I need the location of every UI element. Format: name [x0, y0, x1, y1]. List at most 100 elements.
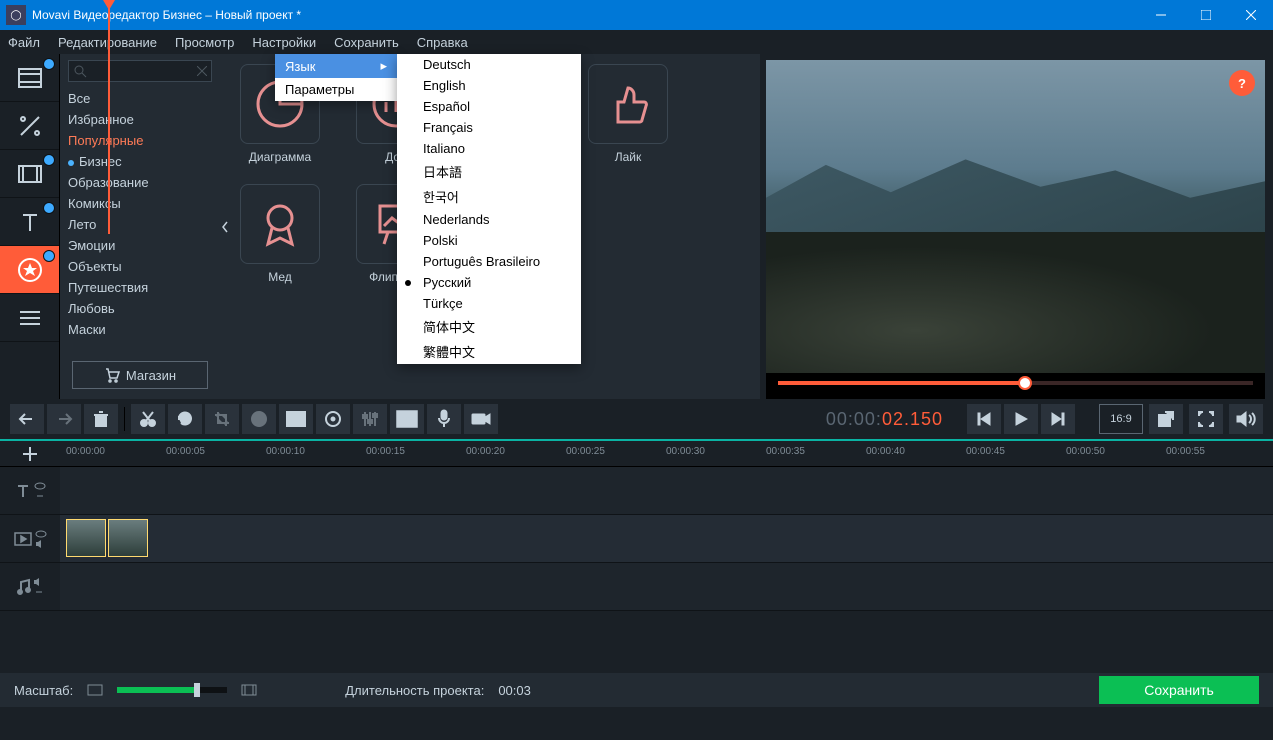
collapse-handle[interactable]	[220, 204, 230, 250]
video-clip[interactable]	[108, 519, 148, 557]
seek-bar[interactable]	[766, 373, 1265, 399]
seek-handle[interactable]	[1018, 376, 1032, 390]
tool-more[interactable]	[0, 294, 59, 342]
language-option[interactable]: Italiano	[397, 138, 581, 159]
category-item[interactable]: Комиксы	[68, 193, 212, 214]
timeline-ruler[interactable]: 00:00:0000:00:0500:00:1000:00:1500:00:20…	[0, 441, 1273, 467]
video-clip[interactable]	[66, 519, 106, 557]
language-submenu: DeutschEnglishEspañolFrançaisItaliano日本語…	[397, 54, 581, 364]
color-button[interactable]	[242, 404, 276, 434]
settings-dropdown: Язык ▸ Параметры	[275, 54, 397, 101]
fullscreen-button[interactable]	[1189, 404, 1223, 434]
tool-filters[interactable]	[0, 102, 59, 150]
asset-tile[interactable]: Мед	[230, 184, 330, 284]
language-option[interactable]: Deutsch	[397, 54, 581, 75]
category-item[interactable]: Все	[68, 88, 212, 109]
next-button[interactable]	[1041, 404, 1075, 434]
asset-tile[interactable]: Лайк	[578, 64, 678, 164]
category-panel: ВсеИзбранноеПопулярныеБизнесОбразованиеК…	[60, 54, 220, 399]
menu-settings[interactable]: Настройки	[252, 35, 316, 50]
category-item[interactable]: Образование	[68, 172, 212, 193]
language-option[interactable]: Español	[397, 96, 581, 117]
aspect-ratio[interactable]: 16:9	[1099, 404, 1143, 434]
language-option[interactable]: English	[397, 75, 581, 96]
language-option[interactable]: Português Brasileiro	[397, 251, 581, 272]
status-bar: Масштаб: Длительность проекта: 00:03 Сох…	[0, 673, 1273, 707]
help-button[interactable]: ?	[1229, 70, 1255, 96]
mute-icon[interactable]	[35, 540, 47, 548]
maximize-button[interactable]	[1183, 0, 1228, 30]
add-track-button[interactable]	[0, 441, 60, 466]
shop-button[interactable]: Магазин	[72, 361, 208, 389]
language-option[interactable]: Polski	[397, 230, 581, 251]
zoom-slider[interactable]	[117, 687, 227, 693]
menu-file[interactable]: Файл	[8, 35, 40, 50]
undo-button[interactable]	[10, 404, 44, 434]
category-item[interactable]: Путешествия	[68, 277, 212, 298]
language-option[interactable]: Türkçe	[397, 293, 581, 314]
link-icon[interactable]	[33, 588, 45, 596]
language-option[interactable]: 한국어	[397, 184, 581, 209]
language-option[interactable]: Français	[397, 117, 581, 138]
category-item[interactable]: Лето	[68, 214, 212, 235]
language-option[interactable]: 简体中文	[397, 314, 581, 339]
chevron-left-icon	[221, 221, 229, 233]
play-button[interactable]	[1004, 404, 1038, 434]
zoom-out-icon[interactable]	[87, 684, 103, 696]
ruler-mark: 00:00:35	[766, 446, 805, 457]
category-item[interactable]: Объекты	[68, 256, 212, 277]
settings-button[interactable]	[316, 404, 350, 434]
mixer-button[interactable]	[353, 404, 387, 434]
menu-help[interactable]: Справка	[417, 35, 468, 50]
clear-search-icon[interactable]	[197, 62, 207, 81]
menu-save[interactable]: Сохранить	[334, 35, 399, 50]
submenu-arrow-icon: ▸	[380, 58, 387, 74]
tool-titles[interactable]	[0, 198, 59, 246]
language-option[interactable]: Nederlands	[397, 209, 581, 230]
mic-button[interactable]	[427, 404, 461, 434]
category-item[interactable]: Бизнес	[68, 151, 212, 172]
language-option[interactable]: 日本語	[397, 159, 581, 184]
category-item[interactable]: Избранное	[68, 109, 212, 130]
cut-button[interactable]	[131, 404, 165, 434]
search-input[interactable]	[68, 60, 212, 82]
audio-track	[0, 563, 1273, 611]
zoom-in-icon[interactable]	[241, 684, 257, 696]
rotate-button[interactable]	[168, 404, 202, 434]
close-button[interactable]	[1228, 0, 1273, 30]
playhead[interactable]	[108, 0, 110, 234]
record-button[interactable]: REC	[390, 404, 424, 434]
preview-video[interactable]: ?	[766, 60, 1265, 373]
tool-stickers[interactable]	[0, 246, 59, 294]
language-option[interactable]: 繁體中文	[397, 339, 581, 364]
tool-transitions[interactable]	[0, 150, 59, 198]
category-item[interactable]: Маски	[68, 319, 212, 340]
save-button[interactable]: Сохранить	[1099, 676, 1259, 704]
duration-label: Длительность проекта:	[345, 683, 484, 698]
settings-language[interactable]: Язык ▸	[275, 54, 397, 78]
minimize-button[interactable]	[1138, 0, 1183, 30]
prev-button[interactable]	[967, 404, 1001, 434]
language-option[interactable]: Русский	[397, 272, 581, 293]
detach-button[interactable]	[1149, 404, 1183, 434]
tool-column	[0, 54, 60, 399]
tool-media[interactable]	[0, 54, 59, 102]
settings-params[interactable]: Параметры	[275, 78, 397, 101]
camera-button[interactable]	[464, 404, 498, 434]
timeline: 00:00:0000:00:0500:00:1000:00:1500:00:20…	[0, 439, 1273, 673]
menu-view[interactable]: Просмотр	[175, 35, 234, 50]
link-icon[interactable]	[34, 492, 46, 500]
settings-params-label: Параметры	[285, 82, 354, 97]
image-button[interactable]	[279, 404, 313, 434]
timeline-empty[interactable]	[0, 611, 1273, 673]
category-item[interactable]: Популярные	[68, 130, 212, 151]
crop-button[interactable]	[205, 404, 239, 434]
delete-button[interactable]	[84, 404, 118, 434]
category-item[interactable]: Любовь	[68, 298, 212, 319]
eye-icon[interactable]	[35, 530, 47, 538]
redo-button[interactable]	[47, 404, 81, 434]
category-item[interactable]: Эмоции	[68, 235, 212, 256]
mute-icon[interactable]	[33, 578, 45, 586]
eye-icon[interactable]	[34, 482, 46, 490]
volume-button[interactable]	[1229, 404, 1263, 434]
